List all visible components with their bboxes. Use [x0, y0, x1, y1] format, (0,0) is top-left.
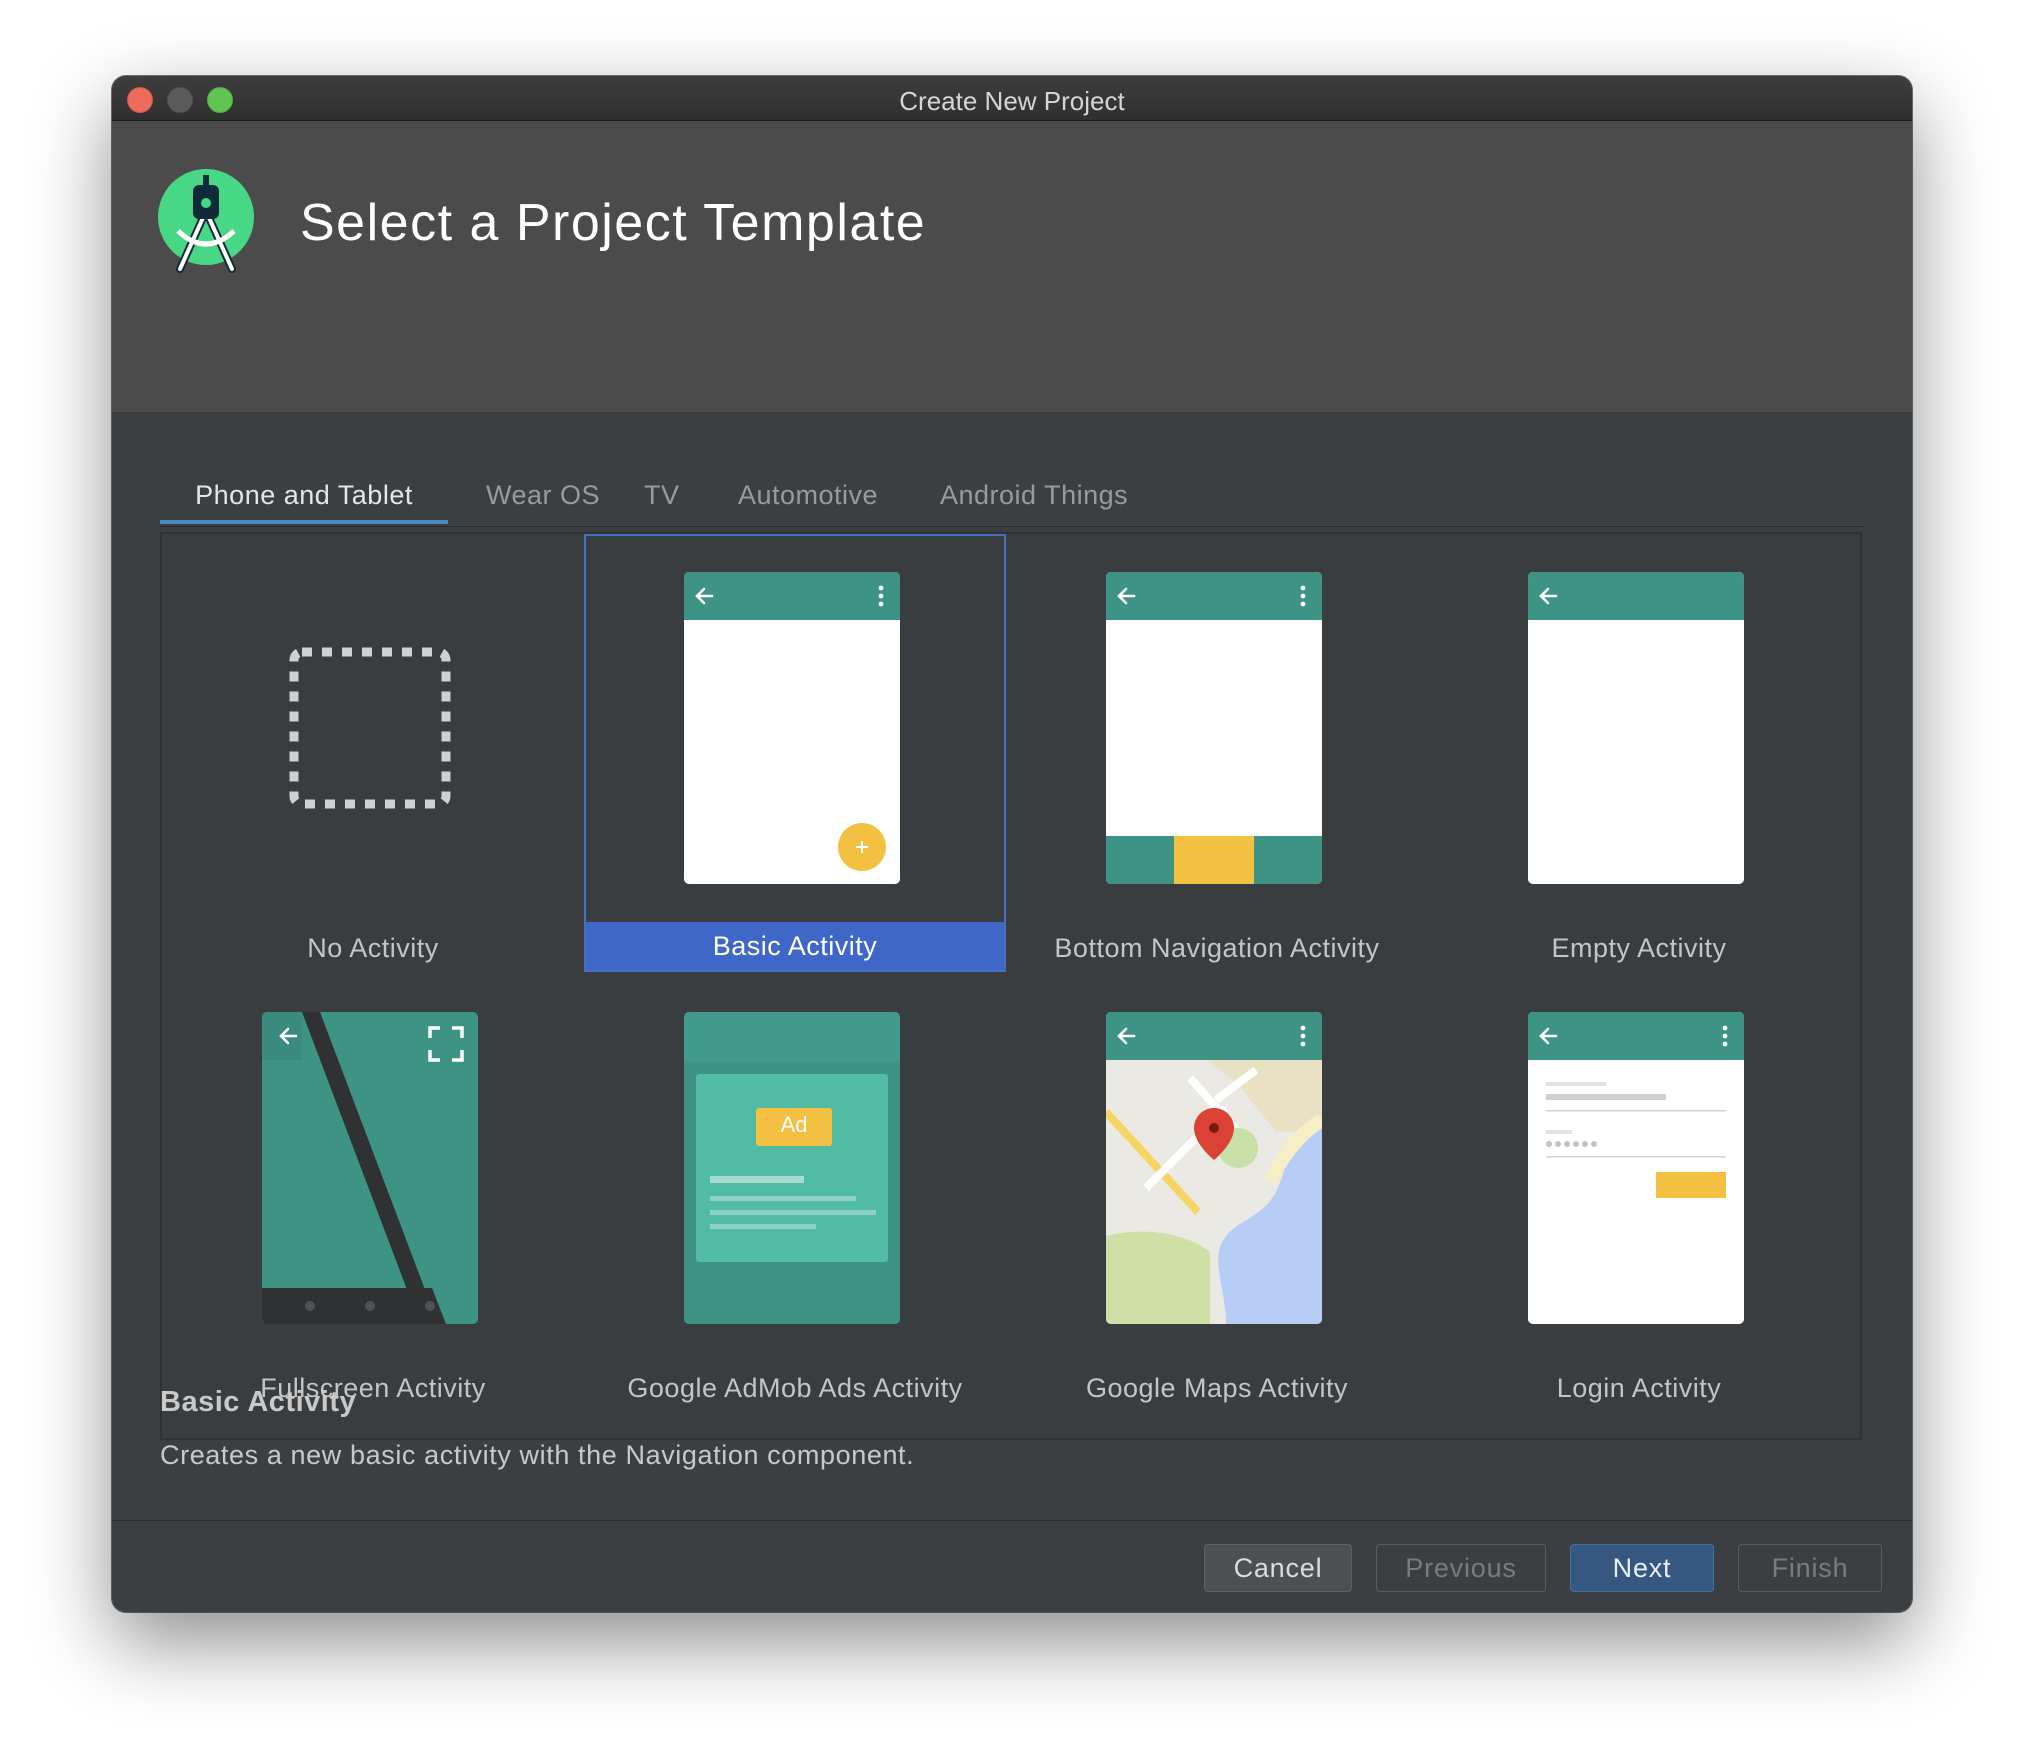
template-description-title: Basic Activity: [160, 1386, 357, 1418]
template-fullscreen-activity[interactable]: Fullscreen Activity: [162, 974, 584, 1412]
tab-wear-os[interactable]: Wear OS: [486, 476, 600, 524]
template-description-text: Creates a new basic activity with the Na…: [160, 1440, 915, 1470]
template-label: No Activity: [307, 933, 439, 963]
ad-badge: Ad: [780, 1112, 808, 1137]
template-label: Empty Activity: [1551, 933, 1727, 963]
create-project-dialog: Create New Project Select a Project Temp…: [112, 76, 1912, 1612]
template-label: Bottom Navigation Activity: [1054, 933, 1380, 963]
template-label: Login Activity: [1556, 1373, 1722, 1403]
template-basic-activity[interactable]: Basic Activity: [584, 534, 1006, 972]
template-admob-ads-activity[interactable]: Ad Google AdMob Ads Activity: [584, 974, 1006, 1412]
template-gallery: No Activity Basic Activity Bottom Naviga…: [160, 532, 1862, 1440]
footer-divider: [112, 1520, 1912, 1521]
google-maps-thumbnail: [1106, 1012, 1322, 1324]
title-bar: Create New Project: [112, 76, 1912, 121]
finish-button[interactable]: Finish: [1738, 1544, 1882, 1592]
admob-ads-thumbnail: [684, 1012, 900, 1324]
template-empty-activity[interactable]: Empty Activity: [1428, 534, 1850, 972]
login-activity-thumbnail: [1528, 1012, 1744, 1324]
template-login-activity[interactable]: Login Activity: [1428, 974, 1850, 1412]
template-google-maps-activity[interactable]: Google Maps Activity: [1006, 974, 1428, 1412]
bottom-navigation-thumbnail: [1106, 572, 1322, 884]
basic-activity-thumbnail: [684, 572, 900, 884]
fullscreen-activity-thumbnail: [262, 1012, 478, 1324]
next-button[interactable]: Next: [1570, 1544, 1714, 1592]
template-no-activity[interactable]: No Activity: [162, 534, 584, 972]
template-label: Google AdMob Ads Activity: [627, 1373, 963, 1403]
template-label: Basic Activity: [586, 922, 1004, 970]
dialog-header: Select a Project Template: [112, 121, 1912, 412]
tab-android-things[interactable]: Android Things: [940, 476, 1128, 524]
page-title: Select a Project Template: [300, 194, 927, 252]
previous-button[interactable]: Previous: [1376, 1544, 1546, 1592]
tab-divider: [160, 526, 1864, 527]
template-label: Google Maps Activity: [1085, 1373, 1349, 1403]
cancel-button[interactable]: Cancel: [1204, 1544, 1352, 1592]
template-bottom-navigation-activity[interactable]: Bottom Navigation Activity: [1006, 534, 1428, 972]
empty-activity-thumbnail: [1528, 572, 1744, 884]
tab-automotive[interactable]: Automotive: [738, 476, 878, 524]
android-studio-logo-icon: [158, 169, 254, 273]
no-activity-thumbnail: [289, 647, 451, 809]
tab-tv[interactable]: TV: [644, 476, 680, 524]
tab-phone-and-tablet[interactable]: Phone and Tablet: [160, 476, 448, 524]
window-title: Create New Project: [899, 86, 1125, 116]
